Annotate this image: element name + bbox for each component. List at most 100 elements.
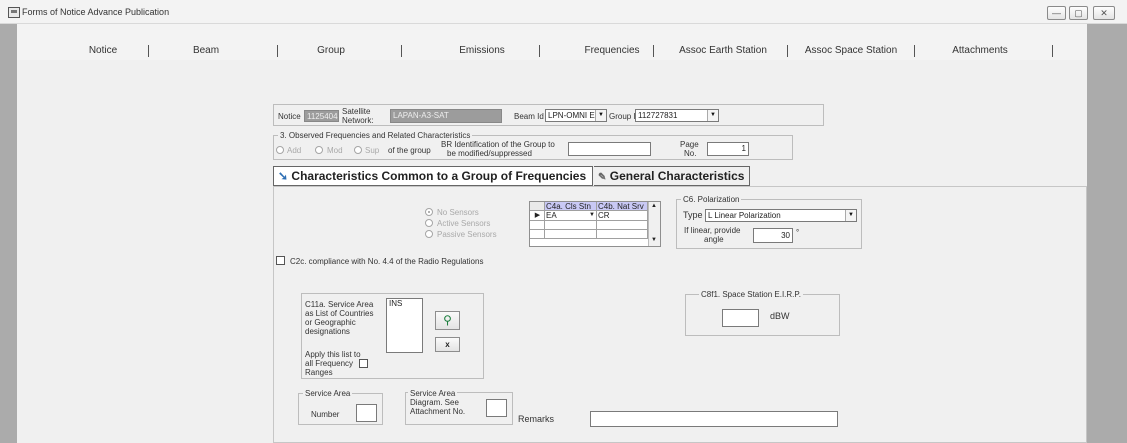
grid-cell[interactable] bbox=[545, 221, 597, 230]
observed-frequencies-box: 3. Observed Frequencies and Related Char… bbox=[273, 131, 793, 160]
observed-frequencies-title: 3. Observed Frequencies and Related Char… bbox=[278, 131, 473, 140]
service-area-list-box: C11a. Service Area as List of Countries … bbox=[301, 293, 484, 379]
chevron-down-icon[interactable]: ▼ bbox=[845, 210, 856, 221]
tab-general-characteristics-label: General Characteristics bbox=[609, 169, 745, 183]
apply-list-label-2: all Frequency bbox=[305, 359, 354, 368]
minimize-button[interactable]: — bbox=[1047, 6, 1066, 20]
tab-strip-background bbox=[17, 24, 1087, 44]
tab-frequencies[interactable]: Frequencies bbox=[562, 44, 662, 58]
tab-divider bbox=[401, 45, 402, 57]
page-number-input[interactable]: 1 bbox=[707, 142, 749, 156]
compliance-label: C2c. compliance with No. 4.4 of the Radi… bbox=[290, 257, 484, 266]
chevron-up-icon[interactable]: ▲ bbox=[651, 203, 657, 209]
diagram-title-2: Diagram. See bbox=[410, 398, 459, 407]
beam-id-select[interactable]: LPN-OMNI E ▼ bbox=[545, 109, 607, 122]
service-area-diagram-box: Service Area Diagram. See Attachment No. bbox=[405, 389, 513, 425]
grid-cell[interactable] bbox=[597, 221, 648, 230]
tab-beam[interactable]: Beam bbox=[166, 44, 246, 58]
search-button[interactable]: ⚲ bbox=[435, 311, 460, 330]
pencil-page-icon: ✎ bbox=[598, 172, 607, 183]
remarks-input[interactable] bbox=[590, 411, 838, 427]
eirp-title: C8f1. Space Station E.I.R.P. bbox=[699, 290, 803, 299]
tab-divider bbox=[277, 45, 278, 57]
group-id-select[interactable]: 112727831 ▼ bbox=[635, 109, 719, 122]
add-radio[interactable] bbox=[276, 146, 284, 154]
of-the-group-label: of the group bbox=[388, 146, 431, 155]
tab-divider bbox=[914, 45, 915, 57]
tab-assoc-earth-station[interactable]: Assoc Earth Station bbox=[669, 44, 777, 58]
characteristics-frame: No Sensors Active Sensors Passive Sensor… bbox=[273, 186, 1087, 443]
chevron-down-icon[interactable]: ▼ bbox=[651, 237, 657, 243]
service-area-diagram-input[interactable] bbox=[486, 399, 507, 417]
tab-characteristics-common-label: Characteristics Common to a Group of Fre… bbox=[291, 169, 587, 183]
service-area-label-4: designations bbox=[305, 327, 350, 336]
eirp-input[interactable] bbox=[722, 309, 759, 327]
angle-label: angle bbox=[704, 235, 724, 244]
group-id-value: 112727831 bbox=[638, 111, 678, 120]
tab-divider bbox=[787, 45, 788, 57]
sup-radio[interactable] bbox=[354, 146, 362, 154]
tab-group[interactable]: Group bbox=[301, 44, 361, 58]
br-modified-label: be modified/suppressed bbox=[447, 149, 532, 158]
tab-emissions[interactable]: Emissions bbox=[447, 44, 517, 58]
tab-assoc-space-station[interactable]: Assoc Space Station bbox=[798, 44, 904, 58]
beam-id-value: LPN-OMNI E bbox=[548, 111, 595, 120]
grid-scrollbar[interactable]: ▲ ▼ bbox=[648, 202, 660, 246]
remarks-label: Remarks bbox=[518, 414, 555, 424]
no-sensors-label: No Sensors bbox=[437, 208, 479, 217]
tab-attachments[interactable]: Attachments bbox=[932, 44, 1028, 58]
satellite-network-field: LAPAN-A3-SAT bbox=[390, 109, 502, 123]
eirp-box: C8f1. Space Station E.I.R.P. dBW bbox=[685, 290, 840, 336]
passive-sensors-radio[interactable] bbox=[425, 230, 433, 238]
tab-divider bbox=[539, 45, 540, 57]
mod-radio[interactable] bbox=[315, 146, 323, 154]
tab-divider bbox=[1052, 45, 1053, 57]
page-no-label: No. bbox=[684, 149, 697, 158]
tab-general-characteristics[interactable]: ✎ General Characteristics bbox=[594, 166, 750, 186]
tab-divider bbox=[653, 45, 654, 57]
service-area-number-box: Service Area Number bbox=[298, 389, 383, 425]
service-area-number-input[interactable] bbox=[356, 404, 377, 422]
grid-row-header bbox=[530, 221, 545, 230]
grid-cell-class-station[interactable]: EA ▼ bbox=[545, 211, 597, 221]
app-icon bbox=[8, 7, 20, 18]
service-area-label-1: C11a. Service Area bbox=[305, 300, 374, 309]
compliance-checkbox[interactable] bbox=[276, 256, 285, 265]
clear-list-button[interactable]: x bbox=[435, 337, 460, 352]
group-tab-panel: Notice 112540424 Satellite Network: LAPA… bbox=[17, 60, 1087, 443]
close-button[interactable]: ✕ bbox=[1093, 6, 1115, 20]
service-area-number-title: Service Area bbox=[303, 389, 353, 398]
tab-bar: Notice Beam Group Emissions Frequencies … bbox=[17, 44, 1087, 60]
br-identification-input[interactable] bbox=[568, 142, 651, 156]
passive-sensors-label: Passive Sensors bbox=[437, 230, 497, 239]
right-frame bbox=[1087, 24, 1127, 443]
notice-id-field: 112540424 bbox=[304, 110, 339, 122]
active-sensors-radio[interactable] bbox=[425, 219, 433, 227]
grid-cell-nature-service[interactable]: CR bbox=[597, 211, 648, 221]
apply-list-checkbox[interactable] bbox=[359, 359, 368, 368]
service-area-label-3: or Geographic bbox=[305, 318, 356, 327]
service-area-list-input[interactable]: INS bbox=[386, 298, 423, 353]
tab-notice[interactable]: Notice bbox=[63, 44, 143, 58]
page-label: Page bbox=[680, 140, 699, 149]
grid-cell[interactable] bbox=[545, 230, 597, 239]
tab-characteristics-common[interactable]: ➘ Characteristics Common to a Group of F… bbox=[273, 166, 593, 186]
service-area-number-label: Number bbox=[311, 410, 340, 419]
no-sensors-radio[interactable] bbox=[425, 208, 433, 216]
polarization-type-value: L Linear Polarization bbox=[708, 211, 781, 220]
maximize-button[interactable]: ▢ bbox=[1069, 6, 1088, 20]
chevron-down-icon[interactable]: ▼ bbox=[707, 110, 718, 121]
chevron-down-icon[interactable]: ▼ bbox=[589, 211, 595, 220]
polarization-type-select[interactable]: L Linear Polarization ▼ bbox=[705, 209, 857, 222]
mod-label: Mod bbox=[327, 146, 343, 155]
grid-cell[interactable] bbox=[597, 230, 648, 239]
window-title: Forms of Notice Advance Publication bbox=[22, 7, 170, 17]
station-class-grid[interactable]: C4a. Cls Stn C4b. Nat Srv ▶ EA ▼ CR ▲ ▼ bbox=[529, 201, 661, 247]
grid-corner bbox=[530, 202, 545, 211]
grid-row-header bbox=[530, 230, 545, 239]
notice-label: Notice bbox=[278, 112, 301, 121]
satellite-label: Satellite bbox=[342, 107, 371, 116]
chevron-down-icon[interactable]: ▼ bbox=[595, 110, 606, 121]
sup-label: Sup bbox=[365, 146, 380, 155]
polarization-angle-input[interactable]: 30 bbox=[753, 228, 793, 243]
